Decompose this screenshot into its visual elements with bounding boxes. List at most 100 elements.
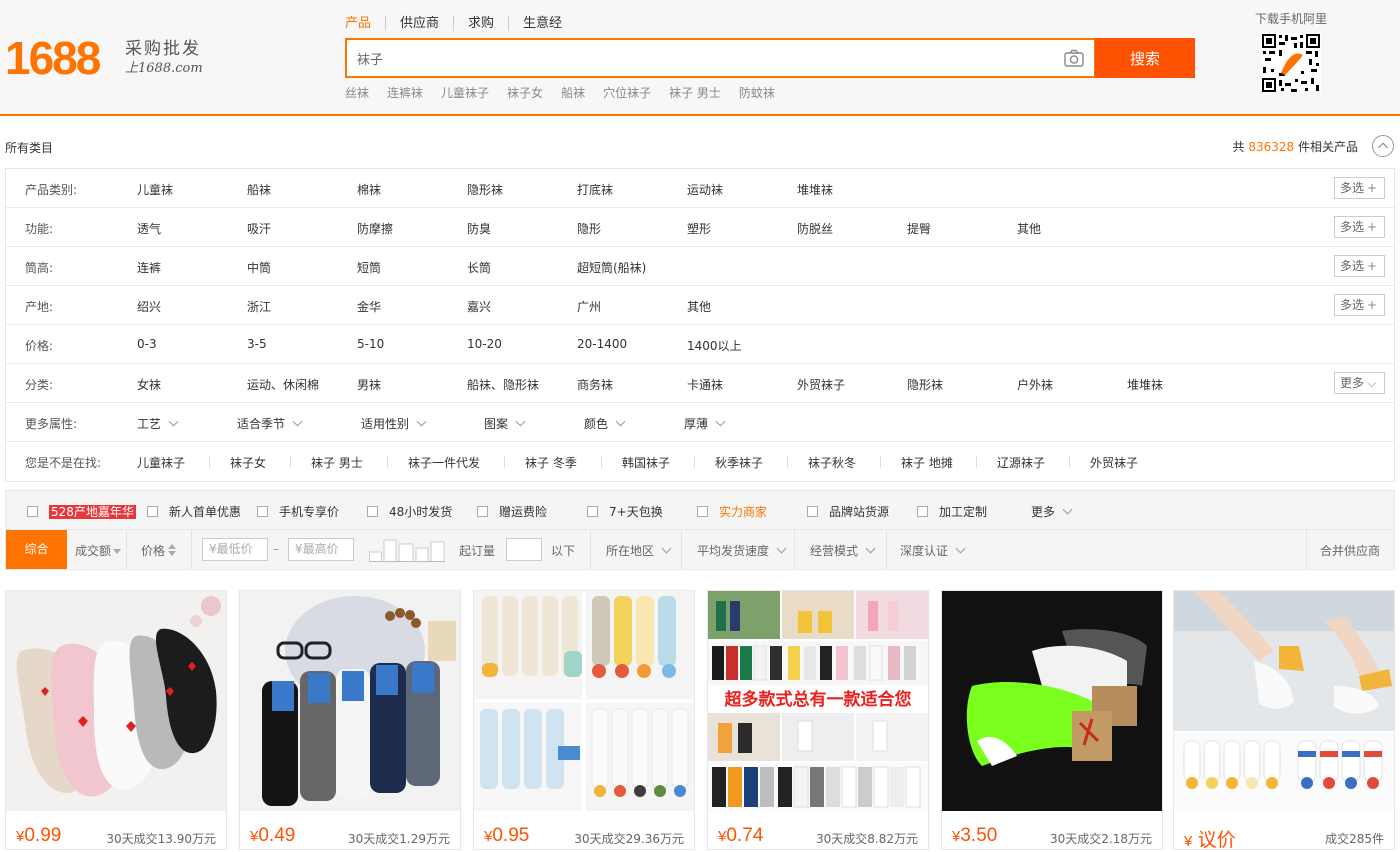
product-card[interactable]: ¥0.49 30天成交1.29万元 (239, 590, 461, 850)
service-filter[interactable]: 品牌站货源 (807, 503, 889, 520)
hot-word[interactable]: 防蚊袜 (739, 84, 775, 101)
filter-option[interactable]: 隐形 (577, 220, 601, 237)
checkbox[interactable] (27, 506, 38, 517)
multi-select-button[interactable]: 多选 + (1334, 255, 1385, 277)
filter-option[interactable]: 0-3 (137, 337, 157, 351)
product-card[interactable]: 超多款式总有一款适合您 ¥0.74 30天成交8.82万元 (707, 590, 929, 850)
price-histogram-icon[interactable] (369, 538, 445, 562)
suggestion-link[interactable]: 儿童袜子 (137, 454, 185, 471)
filter-option[interactable]: 金华 (357, 298, 381, 315)
filter-option[interactable]: 男袜 (357, 376, 381, 393)
hot-word[interactable]: 袜子 男士 (669, 84, 721, 101)
filter-option[interactable]: 防脱丝 (797, 220, 833, 237)
logo[interactable]: 1688 采购批发 上1688.com (5, 32, 203, 84)
region-dropdown[interactable]: 所在地区 (606, 542, 672, 559)
filter-option[interactable]: 隐形袜 (907, 376, 943, 393)
checkbox[interactable] (477, 506, 488, 517)
attribute-dropdown[interactable]: 图案 (484, 415, 526, 432)
search-button[interactable]: 搜索 (1095, 38, 1195, 78)
checkbox[interactable] (917, 506, 928, 517)
filter-option[interactable]: 防摩擦 (357, 220, 393, 237)
checkbox[interactable] (147, 506, 158, 517)
service-filter[interactable]: 新人首单优惠 (147, 503, 241, 520)
shipping-speed-dropdown[interactable]: 平均发货速度 (697, 542, 787, 559)
filter-option[interactable]: 透气 (137, 220, 161, 237)
product-image[interactable] (474, 591, 694, 811)
service-filter[interactable]: 实力商家 (697, 503, 767, 520)
filter-option[interactable]: 塑形 (687, 220, 711, 237)
checkbox[interactable] (587, 506, 598, 517)
filter-option[interactable]: 中筒 (247, 259, 271, 276)
hot-word[interactable]: 丝袜 (345, 84, 369, 101)
suggestion-link[interactable]: 袜子女 (230, 454, 266, 471)
filter-option[interactable]: 20-1400 (577, 337, 627, 351)
product-image[interactable] (6, 591, 226, 811)
tab-suppliers[interactable]: 供应商 (385, 16, 453, 31)
filter-option[interactable]: 绍兴 (137, 298, 161, 315)
filter-option[interactable]: 女袜 (137, 376, 161, 393)
product-image[interactable] (942, 591, 1162, 811)
service-filter[interactable]: 48小时发货 (367, 503, 452, 520)
product-image[interactable]: 超多款式总有一款适合您 (708, 591, 928, 811)
filter-option[interactable]: 广州 (577, 298, 601, 315)
suggestion-link[interactable]: 袜子一件代发 (408, 454, 480, 471)
product-image[interactable] (240, 591, 460, 811)
filter-option[interactable]: 运动、休闲棉 (247, 376, 319, 393)
sort-comprehensive[interactable]: 综合 (6, 530, 67, 569)
camera-icon[interactable] (1064, 49, 1084, 67)
checkbox[interactable] (807, 506, 818, 517)
service-filter[interactable]: 手机专享价 (257, 503, 339, 520)
suggestion-link[interactable]: 辽源袜子 (997, 454, 1045, 471)
multi-select-button[interactable]: 更多 ⌵ (1334, 372, 1385, 394)
filter-option[interactable]: 堆堆袜 (1127, 376, 1163, 393)
checkbox[interactable] (257, 506, 268, 517)
service-more-button[interactable]: 更多 (1031, 503, 1073, 520)
checkbox[interactable] (697, 506, 708, 517)
product-card[interactable]: ¥3.50 30天成交2.18万元 (941, 590, 1163, 850)
filter-option[interactable]: 吸汗 (247, 220, 271, 237)
collapse-icon[interactable] (1372, 135, 1394, 157)
filter-option[interactable]: 外贸袜子 (797, 376, 845, 393)
filter-option[interactable]: 提臀 (907, 220, 931, 237)
filter-option[interactable]: 隐形袜 (467, 181, 503, 198)
multi-select-button[interactable]: 多选 + (1334, 216, 1385, 238)
sort-price[interactable]: 价格 (141, 542, 177, 559)
filter-option[interactable]: 防臭 (467, 220, 491, 237)
filter-option[interactable]: 5-10 (357, 337, 384, 351)
filter-option[interactable]: 棉袜 (357, 181, 381, 198)
multi-select-button[interactable]: 多选 + (1334, 294, 1385, 316)
filter-option[interactable]: 船袜、隐形袜 (467, 376, 539, 393)
max-price-input[interactable]: ¥最高价 (288, 538, 354, 561)
sort-volume[interactable]: 成交额 (75, 542, 122, 559)
tab-products[interactable]: 产品 (345, 16, 385, 31)
filter-option[interactable]: 运动袜 (687, 181, 723, 198)
filter-option[interactable]: 户外袜 (1017, 376, 1053, 393)
attribute-dropdown[interactable]: 适合季节 (237, 415, 303, 432)
merge-suppliers-button[interactable]: 合并供应商 (1320, 542, 1380, 559)
filter-option[interactable]: 堆堆袜 (797, 181, 833, 198)
filter-option[interactable]: 其他 (687, 298, 711, 315)
hot-word[interactable]: 连裤袜 (387, 84, 423, 101)
multi-select-button[interactable]: 多选 + (1334, 177, 1385, 199)
checkbox[interactable] (367, 506, 378, 517)
tab-purchase[interactable]: 求购 (453, 16, 508, 31)
service-filter[interactable]: 7+天包换 (587, 503, 663, 520)
tab-business[interactable]: 生意经 (508, 16, 576, 31)
filter-option[interactable]: 浙江 (247, 298, 271, 315)
service-filter[interactable]: 加工定制 (917, 503, 987, 520)
filter-option[interactable]: 儿童袜 (137, 181, 173, 198)
product-card[interactable]: ¥0.95 30天成交29.36万元 (473, 590, 695, 850)
hot-word[interactable]: 穴位袜子 (603, 84, 651, 101)
filter-option[interactable]: 10-20 (467, 337, 502, 351)
filter-option[interactable]: 船袜 (247, 181, 271, 198)
attribute-dropdown[interactable]: 适用性别 (361, 415, 427, 432)
hot-word[interactable]: 船袜 (561, 84, 585, 101)
hot-word[interactable]: 袜子女 (507, 84, 543, 101)
business-mode-dropdown[interactable]: 经营模式 (810, 542, 876, 559)
filter-option[interactable]: 打底袜 (577, 181, 613, 198)
suggestion-link[interactable]: 外贸袜子 (1090, 454, 1138, 471)
suggestion-link[interactable]: 秋季袜子 (715, 454, 763, 471)
filter-option[interactable]: 超短筒(船袜) (577, 259, 646, 276)
search-input[interactable] (347, 40, 1047, 76)
service-filter[interactable]: 赠运费险 (477, 503, 547, 520)
